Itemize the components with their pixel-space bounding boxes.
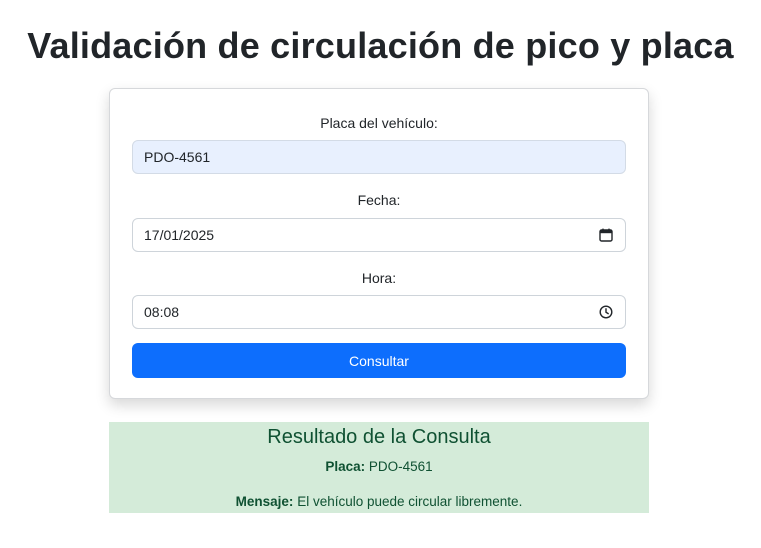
time-input[interactable]: 08:08 bbox=[132, 295, 626, 329]
result-message-key: Mensaje: bbox=[235, 494, 294, 509]
result-plate-value: PDO-4561 bbox=[368, 459, 433, 474]
page-title: Validación de circulación de pico y plac… bbox=[27, 25, 734, 66]
time-input-value: 08:08 bbox=[144, 304, 180, 320]
date-input-value: 17/01/2025 bbox=[144, 227, 215, 243]
page: Validación de circulación de pico y plac… bbox=[0, 0, 761, 548]
result-title: Resultado de la Consulta bbox=[267, 426, 491, 448]
plate-label: Placa del vehículo: bbox=[320, 115, 438, 131]
pico-placa-form: Placa del vehículo: PDO-4561 Fecha: 17/0… bbox=[109, 88, 649, 399]
result-plate-line: Placa: PDO-4561 bbox=[109, 458, 649, 476]
time-label: Hora: bbox=[361, 270, 397, 286]
clock-icon[interactable] bbox=[598, 304, 614, 320]
date-label: Fecha: bbox=[357, 192, 401, 208]
date-input[interactable]: 17/01/2025 bbox=[132, 218, 626, 252]
result-message-value: El vehículo puede circular libremente. bbox=[297, 494, 523, 509]
result-message-line: Mensaje: El vehículo puede circular libr… bbox=[109, 493, 649, 511]
plate-input-value: PDO-4561 bbox=[144, 149, 211, 165]
calendar-icon[interactable] bbox=[598, 227, 614, 243]
result-plate-key: Placa: bbox=[325, 459, 366, 474]
plate-input[interactable]: PDO-4561 bbox=[132, 140, 626, 174]
consultar-button[interactable]: Consultar bbox=[132, 343, 626, 378]
result-panel: Resultado de la Consulta Placa: PDO-4561… bbox=[109, 422, 649, 513]
